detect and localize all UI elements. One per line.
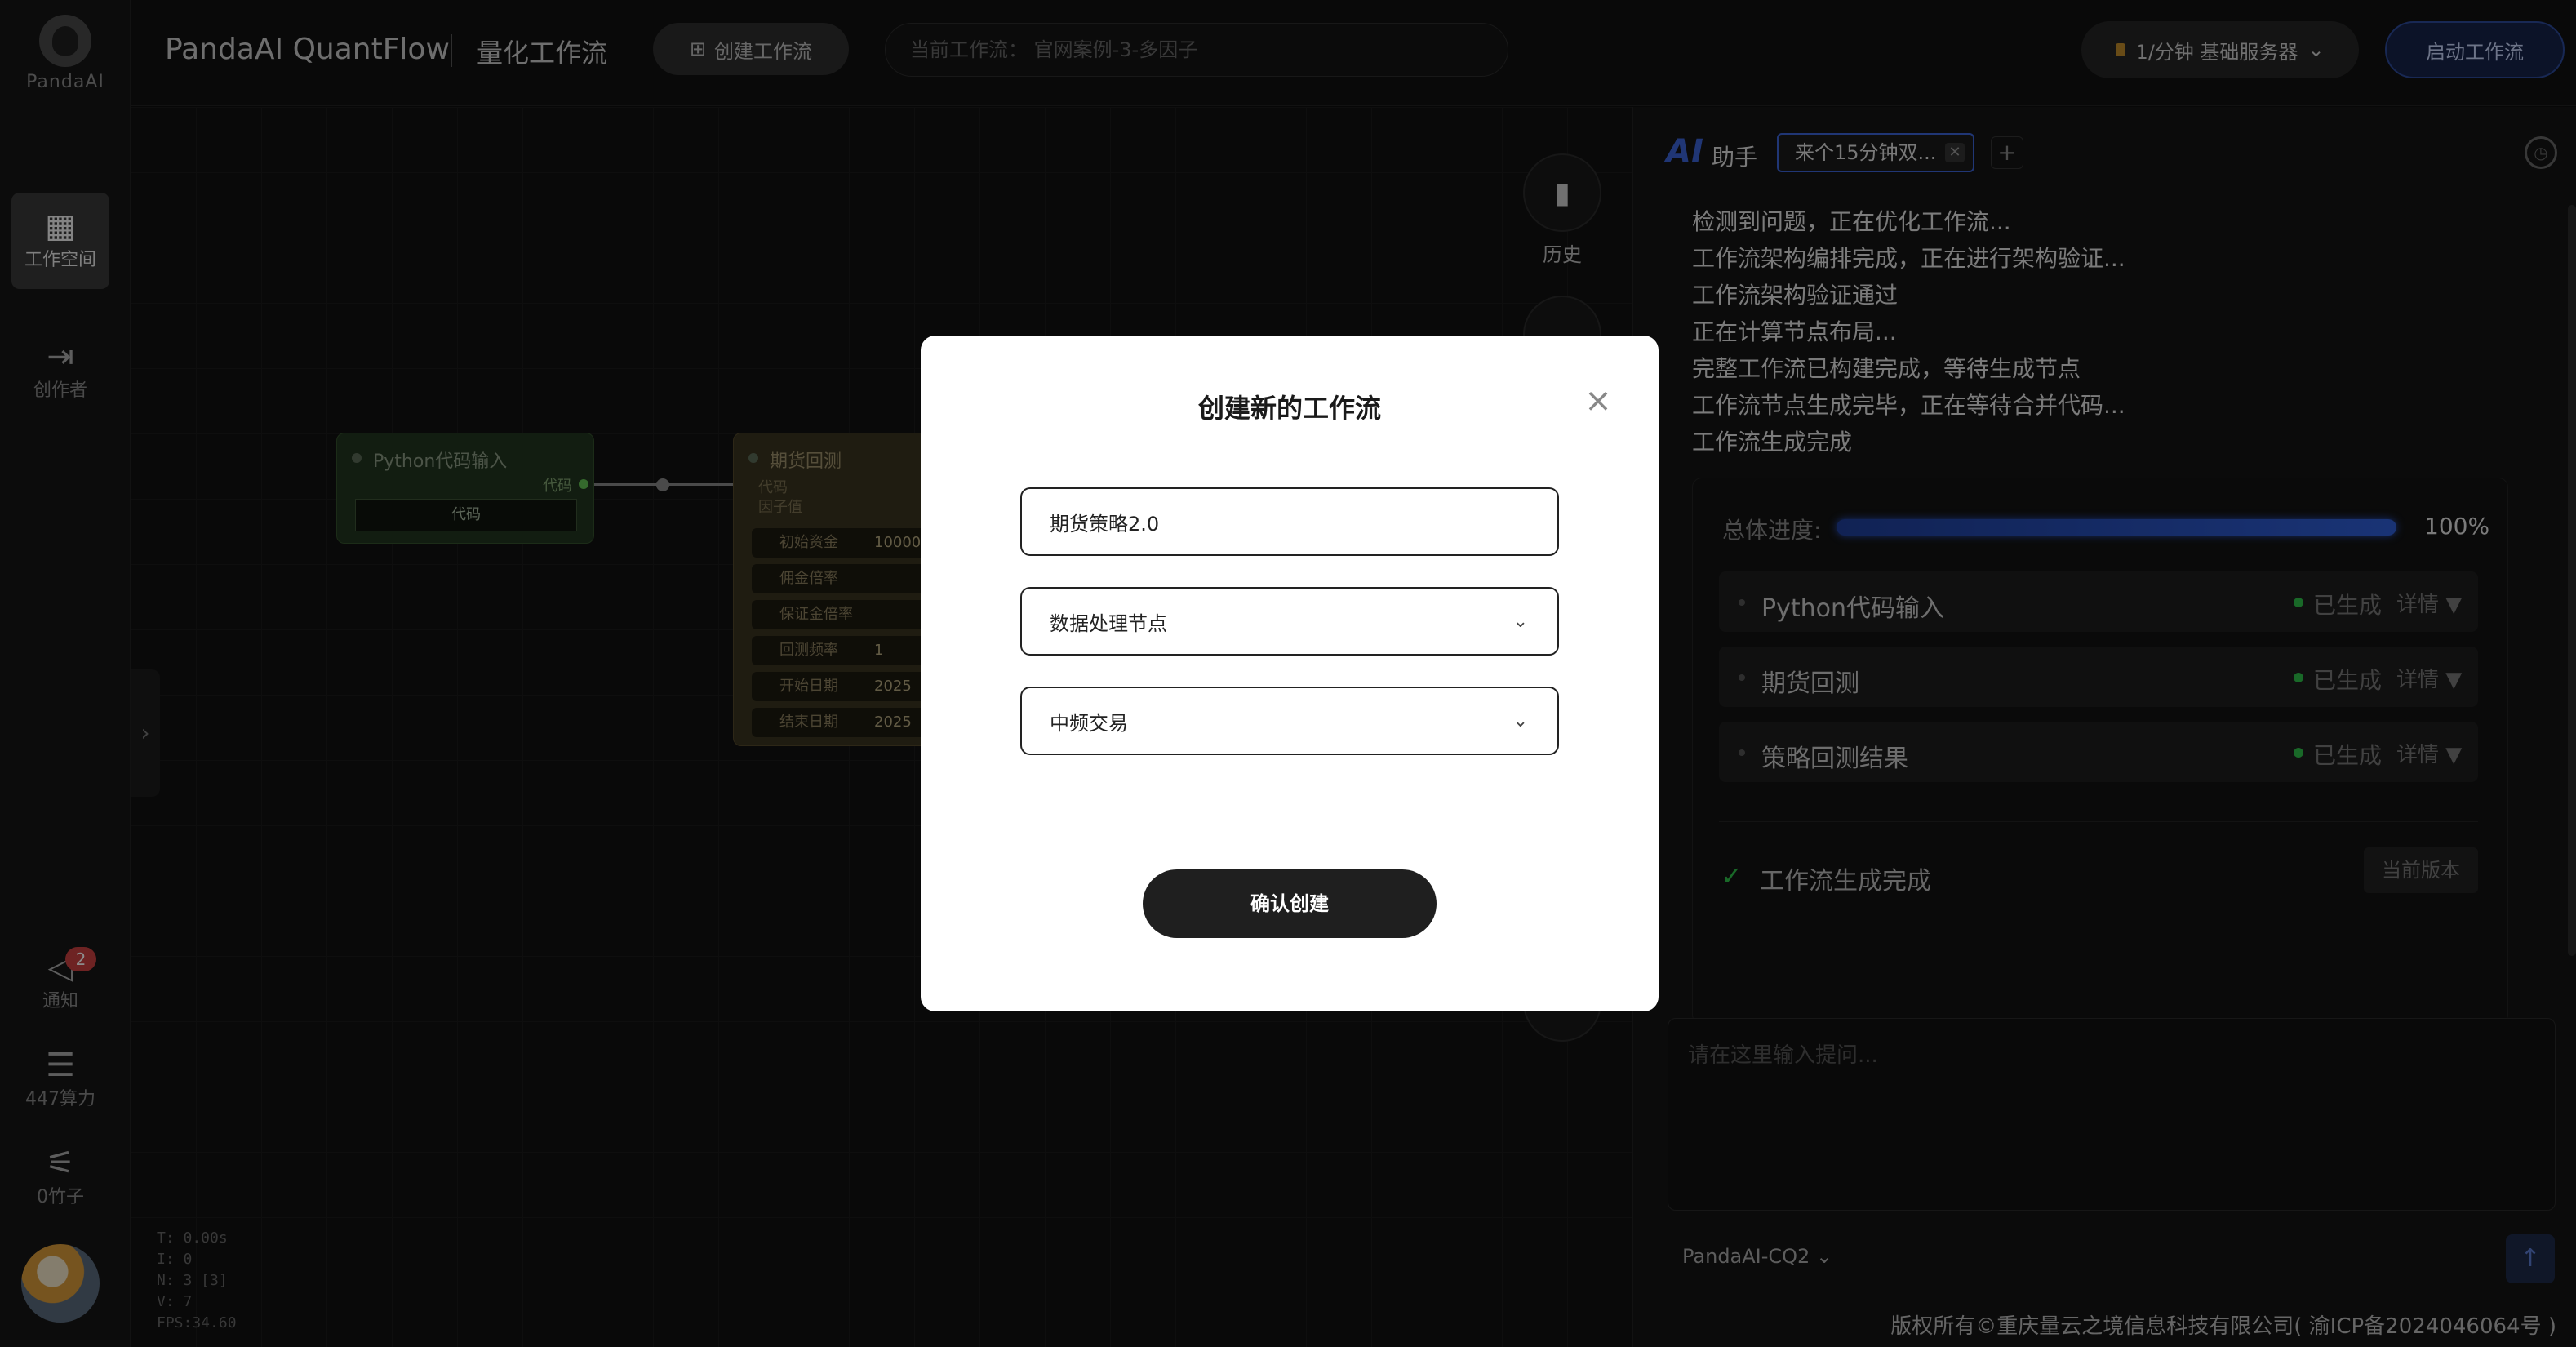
trade-frequency-select[interactable]: 中频交易 ⌄ [1020,687,1559,755]
select-value: 数据处理节点 [1050,611,1167,635]
create-workflow-dialog: 创建新的工作流 × 数据处理节点 ⌄ 中频交易 ⌄ 确认创建 [921,336,1659,1011]
workflow-name-field[interactable] [1020,487,1559,556]
dialog-title: 创建新的工作流 [1197,393,1381,424]
workflow-name-input[interactable] [1050,510,1507,533]
chevron-down-icon: ⌄ [1512,611,1528,632]
node-type-select[interactable]: 数据处理节点 ⌄ [1020,587,1559,656]
close-icon[interactable]: × [1582,385,1614,417]
select-value: 中频交易 [1050,711,1128,735]
chevron-down-icon: ⌄ [1512,711,1528,731]
confirm-create-button[interactable]: 确认创建 [1143,869,1437,938]
